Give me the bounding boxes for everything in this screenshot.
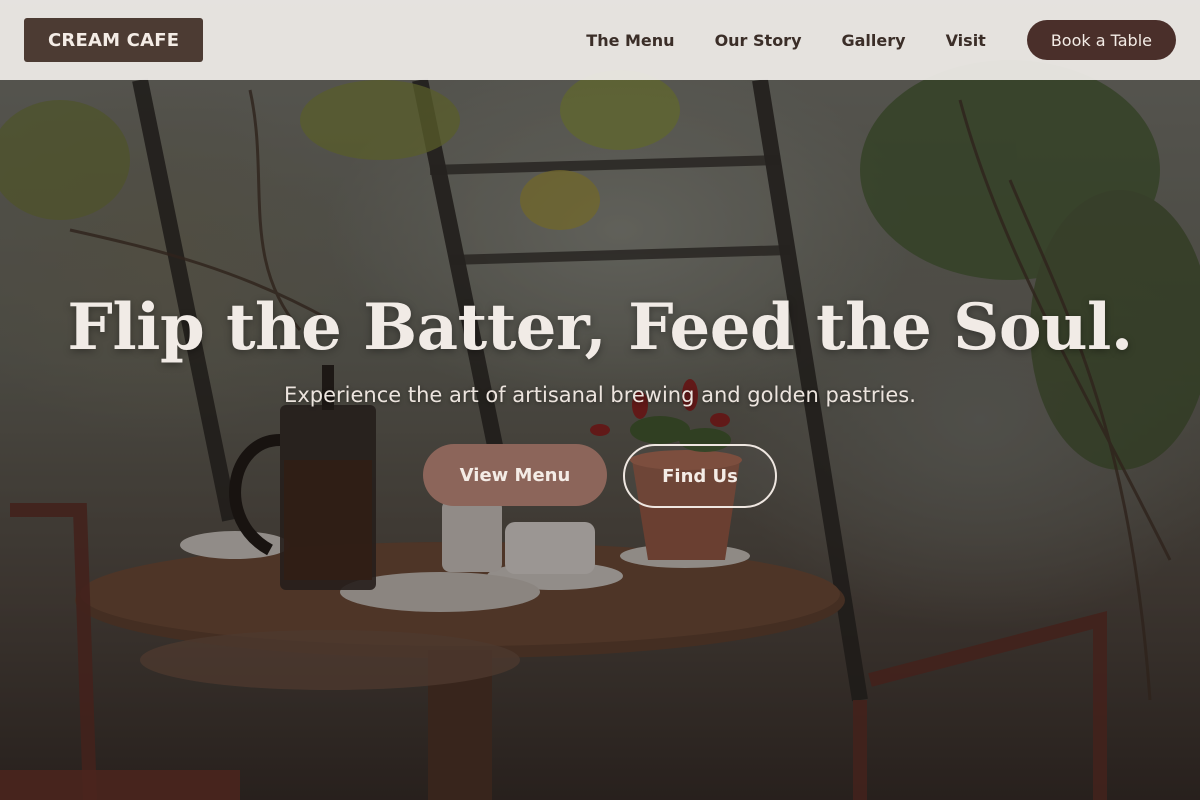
find-us-button[interactable]: Find Us (623, 444, 777, 508)
top-navbar: CREAM CAFE The Menu Our Story Gallery Vi… (0, 0, 1200, 80)
hero-headline: Flip the Batter, Feed the Soul. (67, 290, 1133, 365)
nav-link-visit[interactable]: Visit (946, 31, 986, 50)
book-a-table-button[interactable]: Book a Table (1026, 20, 1176, 60)
hero-cta-group: View Menu Find Us (0, 444, 1200, 508)
nav-link-our-story[interactable]: Our Story (715, 31, 802, 50)
nav-link-gallery[interactable]: Gallery (842, 31, 906, 50)
main-nav: The Menu Our Story Gallery Visit (586, 31, 986, 50)
nav-link-the-menu[interactable]: The Menu (586, 31, 674, 50)
brand-logo[interactable]: CREAM CAFE (24, 18, 204, 62)
view-menu-button[interactable]: View Menu (423, 444, 607, 506)
hero-subtitle: Experience the art of artisanal brewing … (284, 383, 916, 407)
